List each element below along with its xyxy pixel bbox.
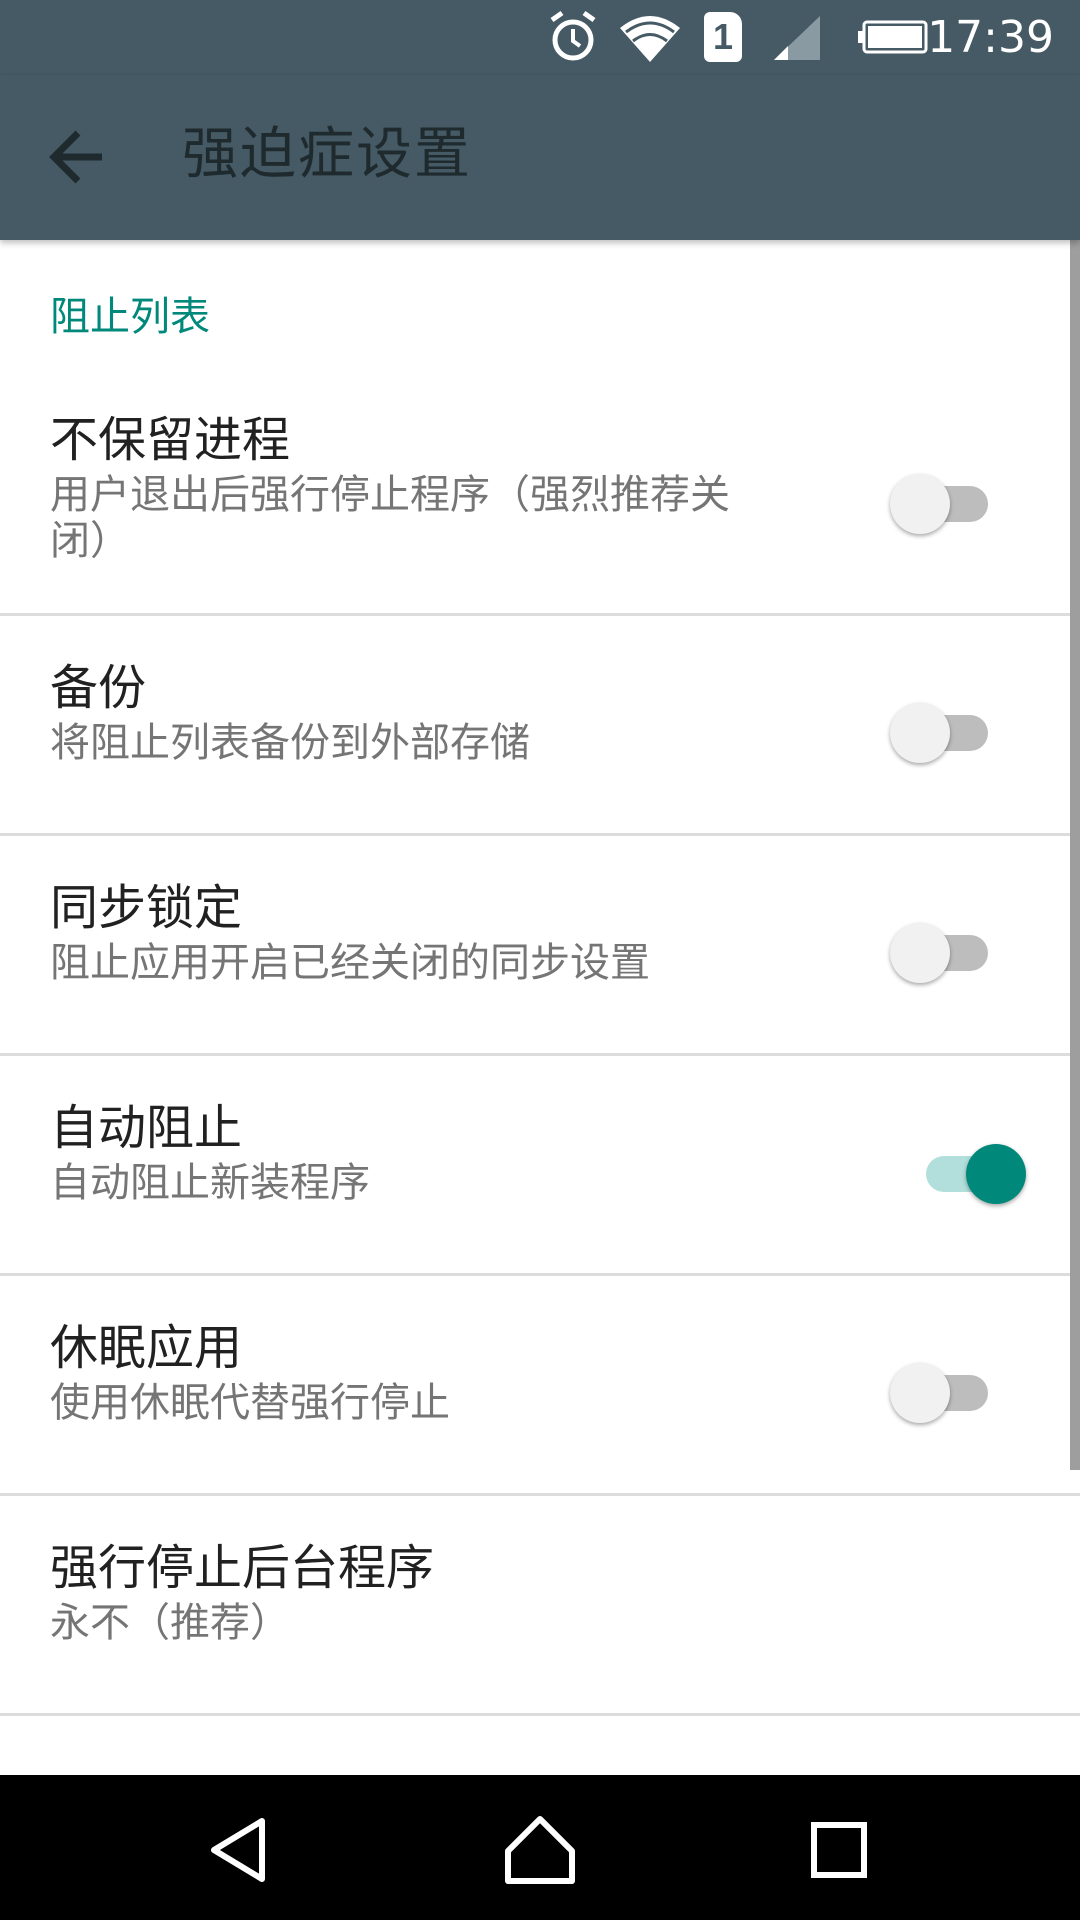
pref-summary: 阻止应用开启已经关闭的同步设置 bbox=[50, 940, 650, 986]
nav-back-button[interactable] bbox=[200, 1815, 280, 1885]
switch-thumb bbox=[890, 1363, 950, 1423]
status-time: 17:39 bbox=[927, 12, 1054, 63]
backup-switch[interactable] bbox=[890, 694, 1000, 764]
scrollbar[interactable] bbox=[1070, 240, 1080, 1470]
nav-back-icon bbox=[211, 1818, 265, 1882]
switch-thumb bbox=[890, 703, 950, 763]
pref-summary: 将阻止列表备份到外部存储 bbox=[50, 720, 530, 766]
pref-title: 自动阻止 bbox=[50, 1100, 243, 1156]
pref-summary: 永不（推荐） bbox=[50, 1600, 290, 1646]
pref-summary: 自动阻止新装程序 bbox=[50, 1160, 370, 1206]
status-bar: 1 17:39 bbox=[0, 0, 1080, 75]
wifi-icon bbox=[620, 16, 680, 62]
switch-thumb bbox=[890, 923, 950, 983]
nav-recents-button[interactable] bbox=[800, 1815, 880, 1885]
nav-home-icon bbox=[505, 1816, 575, 1884]
pref-auto-block[interactable]: 自动阻止 自动阻止新装程序 bbox=[0, 1056, 1080, 1276]
page-title: 强迫症设置 bbox=[182, 122, 472, 187]
pref-hibernate[interactable]: 休眠应用 使用休眠代替强行停止 bbox=[0, 1276, 1080, 1496]
pref-title: 强行停止后台程序 bbox=[50, 1540, 435, 1596]
battery-icon bbox=[858, 20, 928, 54]
hibernate-switch[interactable] bbox=[890, 1354, 1000, 1424]
nav-home-button[interactable] bbox=[500, 1815, 580, 1885]
settings-list[interactable]: 阻止列表 不保留进程 用户退出后强行停止程序（强烈推荐关闭） 备份 将阻止列表备… bbox=[0, 240, 1080, 1775]
pref-summary: 用户退出后强行停止程序（强烈推荐关闭） bbox=[50, 472, 730, 564]
app-toolbar: 强迫症设置 bbox=[0, 75, 1080, 240]
signal-icon bbox=[774, 16, 820, 60]
pref-sync-lock[interactable]: 同步锁定 阻止应用开启已经关闭的同步设置 bbox=[0, 836, 1080, 1056]
sim-icon: 1 bbox=[704, 12, 742, 62]
pref-force-stop-background[interactable]: 强行停止后台程序 永不（推荐） bbox=[0, 1496, 1080, 1716]
pref-summary: 使用休眠代替强行停止 bbox=[50, 1380, 450, 1426]
section-header: 阻止列表 bbox=[50, 294, 210, 340]
back-button[interactable] bbox=[38, 115, 128, 200]
pref-title: 备份 bbox=[50, 660, 147, 716]
pref-keep-process[interactable]: 不保留进程 用户退出后强行停止程序（强烈推荐关闭） bbox=[0, 378, 1080, 616]
arrow-back-icon bbox=[49, 130, 102, 184]
keep-process-switch[interactable] bbox=[890, 465, 1000, 535]
auto-block-switch[interactable] bbox=[912, 1135, 1026, 1205]
nav-bar bbox=[0, 1775, 1080, 1920]
switch-thumb bbox=[966, 1144, 1026, 1204]
pref-backup[interactable]: 备份 将阻止列表备份到外部存储 bbox=[0, 616, 1080, 836]
alarm-icon bbox=[550, 10, 596, 61]
pref-title: 不保留进程 bbox=[50, 412, 291, 468]
pref-title: 同步锁定 bbox=[50, 880, 243, 936]
nav-recents-icon bbox=[811, 1822, 867, 1878]
sync-lock-switch[interactable] bbox=[890, 914, 1000, 984]
switch-thumb bbox=[890, 474, 950, 534]
pref-title: 休眠应用 bbox=[50, 1320, 243, 1376]
